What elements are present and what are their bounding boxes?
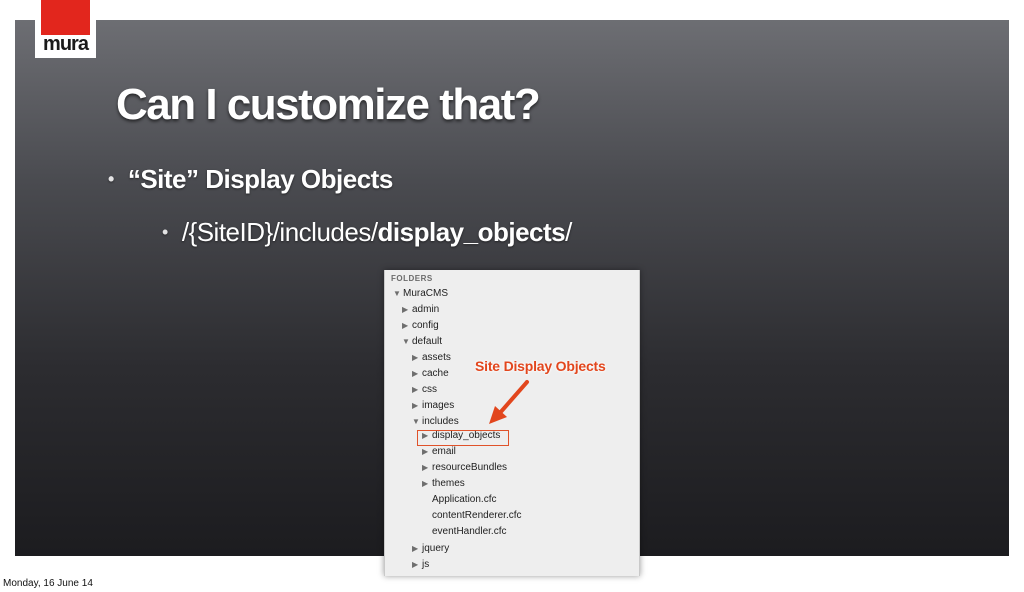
collapsed-triangle-icon[interactable]: ▶: [412, 369, 422, 378]
tree-item-label: themes: [432, 478, 465, 489]
collapsed-triangle-icon[interactable]: ▶: [412, 560, 422, 569]
tree-file-contentrenderer-cfc[interactable]: contentRenderer.cfc: [432, 510, 522, 526]
tree-item-resourcebundles[interactable]: ▶ resourceBundles: [422, 462, 507, 478]
collapsed-triangle-icon[interactable]: ▶: [422, 463, 432, 472]
expanded-triangle-icon[interactable]: ▼: [412, 417, 422, 426]
tree-item-label: css: [422, 384, 437, 395]
folders-header: FOLDERS: [391, 274, 433, 283]
tree-file-application-cfc[interactable]: Application.cfc: [432, 494, 496, 510]
tree-item-images[interactable]: ▶ images: [412, 400, 454, 416]
tree-item-label: assets: [422, 352, 451, 363]
tree-item-label: jquery: [422, 543, 450, 554]
collapsed-triangle-icon[interactable]: ▶: [422, 447, 432, 456]
tree-item-js[interactable]: ▶ js: [412, 559, 429, 575]
logo-red-bar: [41, 0, 90, 35]
tree-item-default[interactable]: ▼ default: [402, 336, 442, 352]
tree-item-muracms[interactable]: ▼ MuraCMS: [393, 288, 448, 304]
tree-item-label: Application.cfc: [432, 494, 497, 505]
slide-date-footer: Monday, 16 June 14: [3, 578, 93, 589]
tree-item-label: default: [412, 336, 443, 347]
collapsed-triangle-icon[interactable]: ▶: [412, 401, 422, 410]
path-suffix: /: [565, 217, 572, 247]
tree-item-label: admin: [412, 304, 440, 315]
tree-item-jquery[interactable]: ▶ jquery: [412, 543, 449, 559]
tree-item-label: images: [422, 400, 455, 411]
tree-item-label: js: [422, 559, 430, 570]
tree-item-config[interactable]: ▶ config: [402, 320, 439, 336]
tree-item-label: contentRenderer.cfc: [432, 510, 522, 521]
tree-item-label: cache: [422, 368, 449, 379]
expanded-triangle-icon[interactable]: ▼: [393, 289, 403, 298]
tree-item-assets[interactable]: ▶ assets: [412, 352, 451, 368]
collapsed-triangle-icon[interactable]: ▶: [412, 385, 422, 394]
logo-text: mura: [43, 33, 89, 55]
tree-item-label: resourceBundles: [432, 462, 508, 473]
path-prefix: /{SiteID}/includes/: [181, 217, 378, 247]
tree-item-label: config: [412, 320, 439, 331]
collapsed-triangle-icon[interactable]: ▶: [412, 353, 422, 362]
tree-item-css[interactable]: ▶ css: [412, 384, 437, 400]
tree-item-label: eventHandler.cfc: [432, 526, 507, 537]
bullet-path: • /{SiteID}/includes/display_objects/: [162, 217, 572, 248]
collapsed-triangle-icon[interactable]: ▶: [402, 321, 412, 330]
collapsed-triangle-icon[interactable]: ▶: [402, 305, 412, 314]
path-bold-segment: display_objects: [377, 217, 566, 247]
tree-item-email[interactable]: ▶ email: [422, 446, 456, 462]
callout-arrow-icon: [489, 380, 529, 424]
bullet-dot-icon: •: [162, 222, 168, 242]
slide-title: Can I customize that?: [116, 80, 541, 129]
tree-item-label: MuraCMS: [403, 288, 449, 299]
tree-file-eventhandler-cfc[interactable]: eventHandler.cfc: [432, 526, 507, 542]
bullet1-text: “Site” Display Objects: [127, 164, 393, 194]
collapsed-triangle-icon[interactable]: ▶: [422, 479, 432, 488]
tree-item-cache[interactable]: ▶ cache: [412, 368, 449, 384]
tree-item-themes[interactable]: ▶ themes: [422, 478, 465, 494]
tree-item-label: email: [432, 446, 456, 457]
bullet-site-display-objects: • “Site” Display Objects: [108, 164, 393, 195]
expanded-triangle-icon[interactable]: ▼: [402, 337, 412, 346]
display-objects-highlight-box: [417, 430, 509, 446]
folders-panel: FOLDERS ▼ MuraCMS ▶ admin ▶ config ▼ default…: [384, 270, 640, 576]
collapsed-triangle-icon[interactable]: ▶: [412, 544, 422, 553]
site-display-objects-callout: Site Display Objects: [475, 358, 606, 374]
bullet-dot-icon: •: [108, 169, 114, 189]
tree-item-label: includes: [422, 416, 459, 427]
tree-item-admin[interactable]: ▶ admin: [402, 304, 439, 320]
mura-logo: mura: [35, 0, 96, 58]
